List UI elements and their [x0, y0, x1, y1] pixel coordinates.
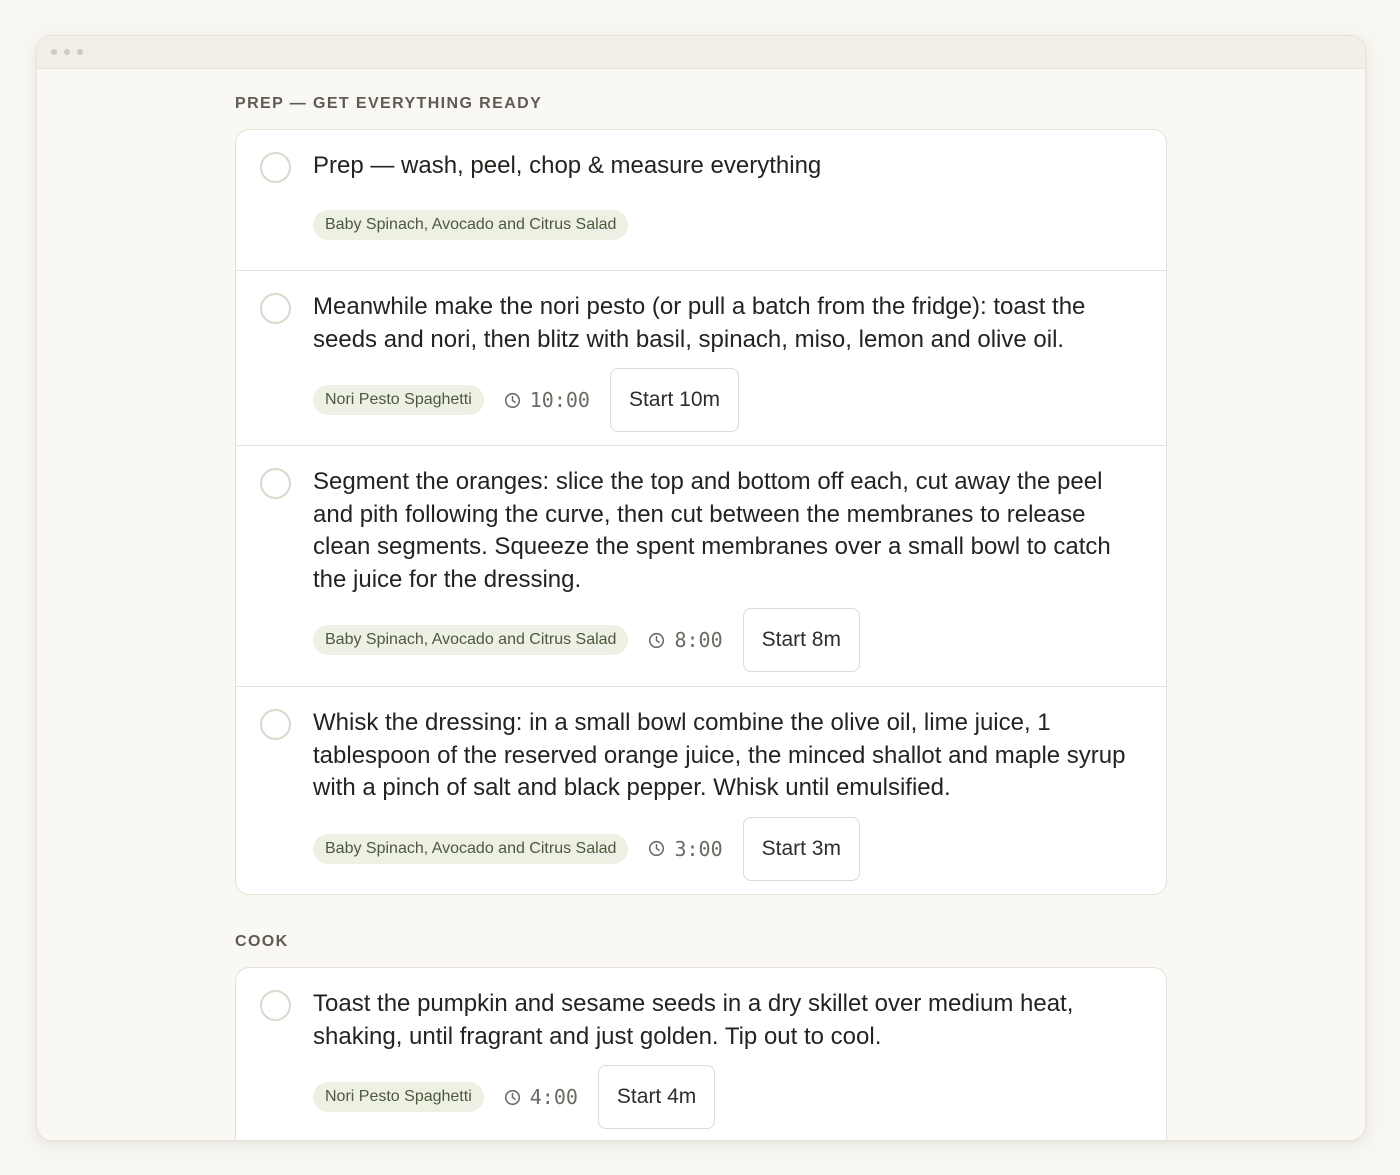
recipe-tag: Nori Pesto Spaghetti [313, 385, 484, 415]
steps-content: PREP — GET EVERYTHING READY Prep — wash,… [235, 69, 1167, 1140]
start-timer-button[interactable]: Start 3m [742, 816, 860, 881]
step-text: Segment the oranges: slice the top and b… [313, 468, 1111, 593]
section-title-prep: PREP — GET EVERYTHING READY [235, 95, 543, 112]
clock-icon [649, 840, 665, 857]
step-checkbox[interactable] [260, 990, 291, 1021]
clock-icon [504, 392, 520, 408]
recipe-tag: Baby Spinach, Avocado and Citrus Salad [313, 625, 629, 655]
recipe-tag: Baby Spinach, Avocado and Citrus Salad [313, 209, 629, 240]
step-item: Segment the oranges: slice the top and b… [236, 446, 1166, 687]
start-timer-button[interactable]: Start 10m [609, 368, 740, 432]
timer-value: 8:00 [674, 628, 723, 652]
step-checkbox[interactable] [260, 152, 291, 183]
timer: 8:00 [648, 628, 723, 652]
window-titlebar [37, 36, 1365, 69]
step-item: Prep — wash, peel, chop & measure everyt… [236, 130, 1166, 271]
window-dot-icon [64, 49, 70, 55]
step-checkbox[interactable] [260, 709, 291, 740]
recipe-tag: Baby Spinach, Avocado and Citrus Salad [313, 833, 629, 864]
step-text: Toast the pumpkin and sesame seeds in a … [313, 990, 1074, 1050]
section-title-cook: COOK [235, 933, 289, 950]
step-text: Prep — wash, peel, chop & measure everyt… [313, 152, 822, 179]
timer-value: 3:00 [674, 836, 723, 861]
step-checkbox[interactable] [260, 293, 291, 324]
timer-value: 4:00 [529, 1085, 578, 1109]
step-checkbox[interactable] [260, 468, 291, 499]
steps-card-prep: Prep — wash, peel, chop & measure everyt… [235, 129, 1167, 895]
window-dot-icon [77, 49, 83, 55]
timer: 3:00 [648, 836, 723, 861]
app-window: PREP — GET EVERYTHING READY Prep — wash,… [36, 35, 1366, 1141]
timer-value: 10:00 [529, 388, 590, 412]
step-item: Toast the pumpkin and sesame seeds in a … [236, 968, 1166, 1140]
clock-icon [649, 632, 665, 648]
start-timer-button[interactable]: Start 8m [742, 608, 860, 672]
start-timer-button[interactable]: Start 4m [597, 1065, 716, 1129]
steps-card-cook: Toast the pumpkin and sesame seeds in a … [235, 967, 1167, 1140]
timer: 4:00 [504, 1085, 578, 1109]
step-text: Whisk the dressing: in a small bowl comb… [313, 709, 1126, 801]
step-item: Whisk the dressing: in a small bowl comb… [236, 687, 1166, 894]
recipe-tag: Nori Pesto Spaghetti [313, 1082, 484, 1112]
timer: 10:00 [504, 388, 590, 412]
window-dot-icon [51, 49, 57, 55]
step-text: Meanwhile make the nori pesto (or pull a… [313, 293, 1086, 353]
clock-icon [504, 1089, 520, 1105]
step-item: Meanwhile make the nori pesto (or pull a… [236, 271, 1166, 446]
